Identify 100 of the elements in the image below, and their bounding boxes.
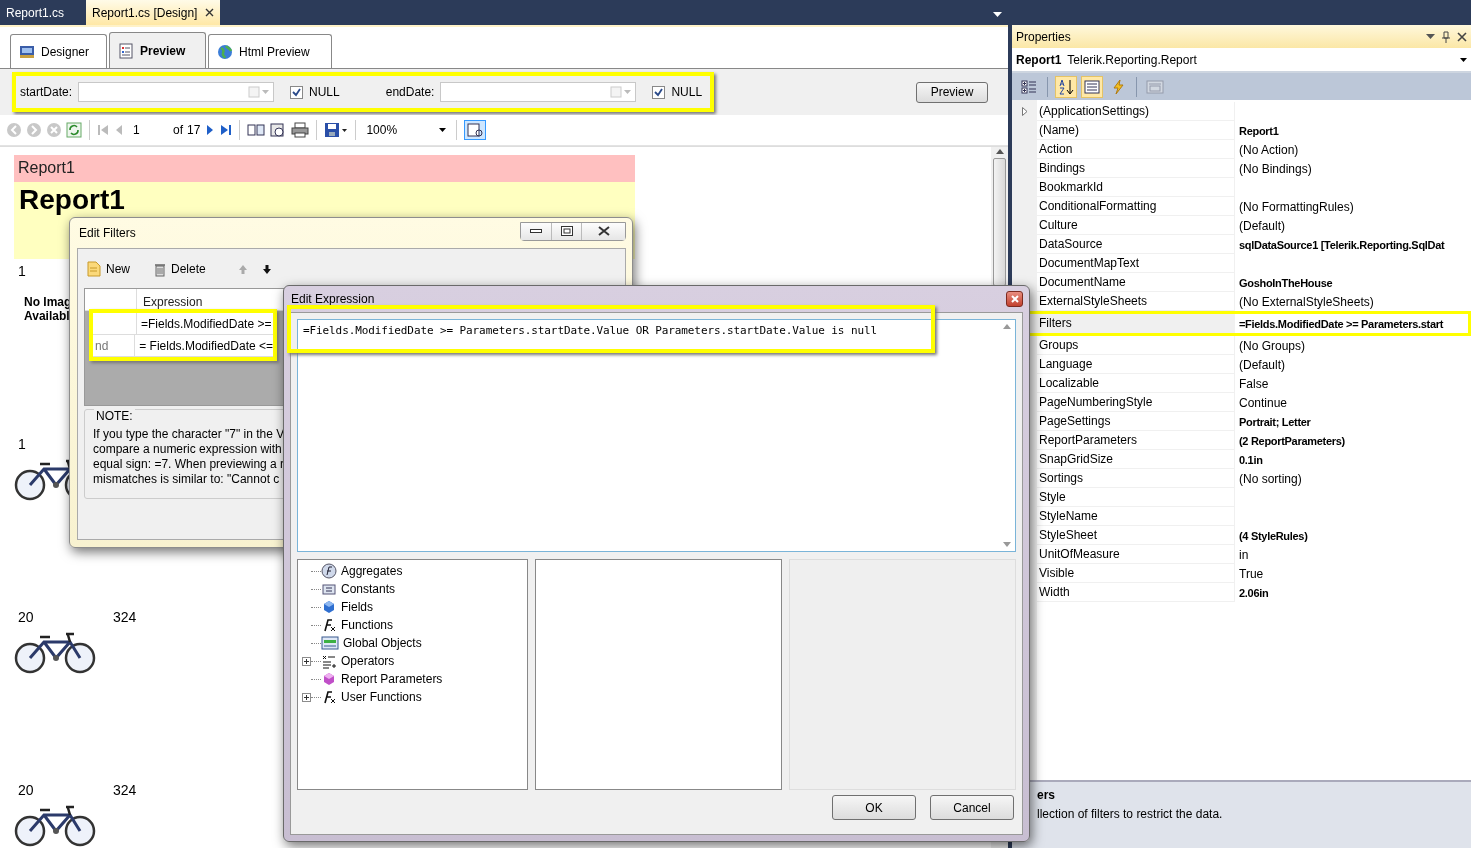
- checkbox-label: NULL: [671, 85, 703, 99]
- property-value[interactable]: (No FormattingRules): [1235, 197, 1471, 216]
- property-name[interactable]: DocumentMapText: [1012, 254, 1235, 273]
- toolbar-button[interactable]: New: [87, 261, 130, 277]
- page-count: 17: [187, 123, 201, 137]
- tree-item[interactable]: Report Parameters: [341, 672, 443, 686]
- property-value[interactable]: (2 ReportParameters): [1235, 431, 1471, 450]
- tree-item[interactable]: Operators: [341, 654, 395, 668]
- search-icon[interactable]: [464, 120, 487, 140]
- scroll-up-icon[interactable]: [1002, 324, 1011, 329]
- dialog-title: Edit Expression: [291, 292, 375, 306]
- property-value[interactable]: Portrait; Letter: [1235, 412, 1471, 431]
- dropdown-icon[interactable]: [993, 12, 1002, 17]
- property-value[interactable]: 0.1in: [1235, 450, 1471, 469]
- toolbar-button[interactable]: [1055, 75, 1077, 98]
- down-arrow-icon[interactable]: [261, 263, 272, 275]
- property-name[interactable]: BookmarkId: [1012, 178, 1235, 197]
- close-icon[interactable]: [1457, 31, 1467, 42]
- tree-item[interactable]: Constants: [341, 582, 396, 596]
- dropdown-icon[interactable]: [1460, 57, 1467, 62]
- view-tab[interactable]: Preview: [109, 32, 206, 68]
- tree-item[interactable]: User Functions: [341, 690, 422, 704]
- property-value[interactable]: True: [1235, 564, 1471, 583]
- property-value[interactable]: (Default): [1235, 355, 1471, 374]
- last-page-icon[interactable]: [220, 123, 233, 137]
- scroll-up-icon[interactable]: [995, 149, 1004, 154]
- property-value[interactable]: (4 StyleRules): [1235, 526, 1471, 545]
- property-value[interactable]: (No Groups): [1235, 336, 1471, 355]
- toolbar-button[interactable]: Delete: [154, 261, 206, 277]
- property-value[interactable]: (No ExternalStyleSheets): [1235, 292, 1471, 311]
- parameter-label: startDate:: [20, 85, 73, 99]
- view-tab[interactable]: Designer: [10, 34, 107, 68]
- property-value[interactable]: Report1: [1235, 121, 1471, 140]
- tree-item[interactable]: Global Objects: [343, 636, 422, 650]
- property-value[interactable]: (No Bindings): [1235, 159, 1471, 178]
- expression-field[interactable]: =Fields.ModifiedDate >= Parameters.startDate.Value OR Parameters.startDate.Value is null: [297, 319, 1016, 552]
- toolbar-button[interactable]: [1081, 75, 1103, 98]
- categorized-icon: [1021, 78, 1037, 95]
- pin-icon[interactable]: [1441, 30, 1451, 43]
- dialog-button[interactable]: OK: [832, 795, 916, 820]
- expand-icon[interactable]: [302, 656, 311, 666]
- scroll-down-icon[interactable]: [1002, 542, 1011, 547]
- property-name[interactable]: Action: [1012, 140, 1235, 159]
- close-button[interactable]: [1006, 291, 1023, 307]
- property-value[interactable]: (No Action): [1235, 140, 1471, 159]
- tree-item[interactable]: Functions: [341, 618, 394, 632]
- date-field[interactable]: [440, 82, 637, 102]
- minimize-button[interactable]: [521, 222, 551, 240]
- maximize-icon: [560, 226, 573, 236]
- property-value[interactable]: GoshoInTheHouse: [1235, 273, 1471, 292]
- dropdown-icon[interactable]: [439, 128, 447, 132]
- property-value[interactable]: in: [1235, 545, 1471, 564]
- property-value[interactable]: (Default): [1235, 216, 1471, 235]
- checkbox[interactable]: [290, 85, 304, 99]
- record-quantity: 324: [113, 782, 137, 798]
- table-cell-text: =Fields.ModifiedDate >=: [140, 315, 272, 333]
- expand-icon[interactable]: [302, 692, 311, 702]
- function-icon: [321, 617, 337, 633]
- property-value[interactable]: =Fields.ModifiedDate >= Parameters.start: [1235, 311, 1471, 336]
- property-value[interactable]: False: [1235, 374, 1471, 393]
- property-name[interactable]: (Name): [1012, 121, 1235, 140]
- property-name[interactable]: Culture: [1012, 216, 1235, 235]
- scrollbar-thumb[interactable]: [993, 158, 1006, 286]
- property-name[interactable]: Bindings: [1012, 159, 1235, 178]
- globe-icon: [217, 43, 233, 60]
- dialog-button[interactable]: Cancel: [930, 795, 1014, 820]
- function-icon: [321, 689, 337, 705]
- property-name[interactable]: (ApplicationSettings): [1012, 102, 1235, 121]
- view-tab[interactable]: Html Preview: [208, 34, 332, 68]
- property-name[interactable]: DataSource: [1012, 235, 1235, 254]
- close-button[interactable]: [581, 222, 625, 240]
- close-icon: [1010, 295, 1019, 303]
- note-text: mismatches is similar to: "Cannot c: [93, 472, 281, 487]
- property-value[interactable]: Continue: [1235, 393, 1471, 412]
- tree-item[interactable]: Aggregates: [341, 564, 403, 578]
- print-icon[interactable]: [291, 122, 310, 138]
- property-name[interactable]: ConditionalFormatting: [1012, 197, 1235, 216]
- document-tab[interactable]: Report1.cs [Design]: [86, 0, 221, 25]
- note-text: compare a numeric expression with: [93, 442, 283, 457]
- property-value[interactable]: (No sorting): [1235, 469, 1471, 488]
- document-map-icon[interactable]: [247, 122, 266, 138]
- table-cell: nd: [93, 335, 136, 356]
- maximize-button[interactable]: [551, 222, 581, 240]
- page-of-label: of: [173, 123, 183, 137]
- panel-title: Properties: [1016, 29, 1071, 44]
- close-icon[interactable]: [205, 8, 215, 17]
- property-value[interactable]: sqlDataSource1 [Telerik.Reporting.SqlDat: [1235, 235, 1471, 254]
- save-icon[interactable]: [324, 122, 349, 138]
- description-title: ers: [1037, 788, 1057, 802]
- checkbox[interactable]: [652, 85, 666, 99]
- property-value[interactable]: 2.06in: [1235, 583, 1471, 602]
- document-tab[interactable]: Report1.cs: [0, 0, 71, 25]
- parameter-icon: [321, 671, 337, 687]
- dropdown-icon[interactable]: [1426, 33, 1435, 40]
- date-field[interactable]: [78, 82, 275, 102]
- refresh-icon[interactable]: [66, 122, 82, 138]
- preview-button[interactable]: Preview: [916, 81, 988, 103]
- record-quantity: 324: [113, 609, 137, 625]
- close-icon: [597, 226, 610, 236]
- tree-item[interactable]: Fields: [341, 600, 373, 614]
